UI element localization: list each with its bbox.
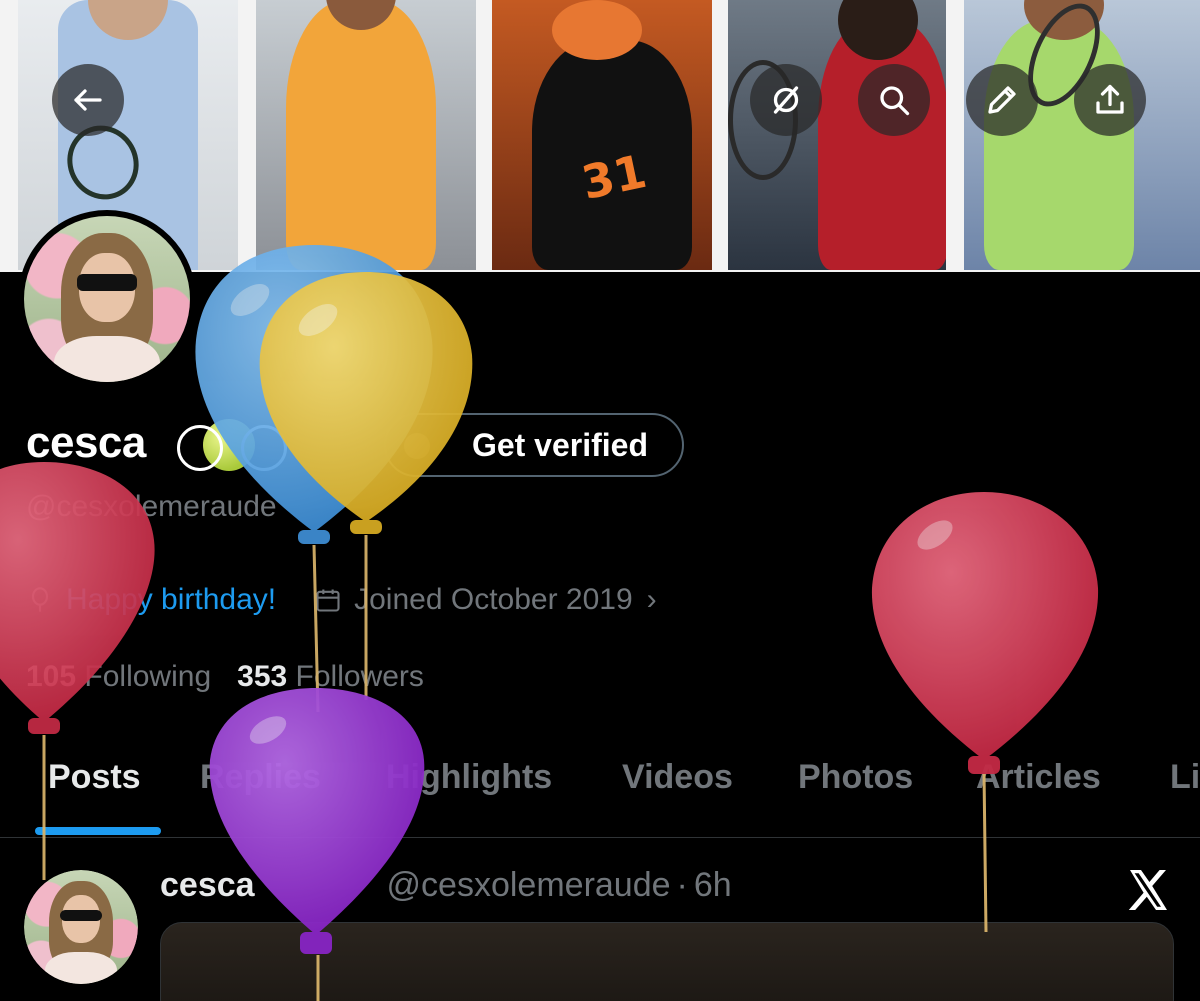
chevron-right-icon: › [646,583,657,616]
banner-photo-4 [728,0,946,270]
arrow-left-icon [74,89,102,111]
share-icon [1096,84,1124,114]
post-time: 6h [693,866,732,904]
search-icon [880,86,910,116]
following-label: Following [84,660,212,693]
post-header: cesca @cesxolemeraude · 6h [160,866,732,905]
tab-posts[interactable]: Posts [48,758,141,797]
grok-icon [773,86,799,114]
share-button[interactable] [1074,64,1146,136]
calendar-icon [316,589,340,612]
tab-highlights[interactable]: Highlights [386,758,552,797]
profile-meta: Happy birthday! Joined October 2019 › [26,580,657,620]
profile-banner: 31 [0,0,1200,272]
get-verified-label: Get verified [471,426,648,463]
back-button[interactable] [52,64,124,136]
edit-icon [988,86,1016,114]
banner-photo-3: 31 [492,0,712,270]
x-logo-icon [1128,870,1167,910]
tab-videos[interactable]: Videos [622,758,733,797]
profile-tabs: Posts Replies Highlights Videos Photos A… [0,740,1200,838]
balloon-red-right [871,492,1099,933]
post-author-name[interactable]: cesca [160,866,255,905]
banner-photo-2 [256,0,476,270]
post-media[interactable] [160,922,1174,1001]
get-verified-button[interactable]: Get verified [384,413,684,477]
joined-text: Joined October 2019 [354,583,633,616]
post-author-handle: @cesxolemeraude [386,866,671,904]
following-count: 105 [26,660,77,693]
followers-link[interactable]: 353 Followers [237,660,424,693]
following-link[interactable]: 105 Following [26,660,211,693]
balloon-icon [31,587,49,612]
profile-handle: @cesxolemeraude [26,490,277,523]
tennis-ball-icon [177,419,287,471]
post-avatar[interactable] [24,870,138,984]
balloon-yellow [259,272,473,700]
verified-check-icon [404,433,430,459]
edit-button[interactable] [966,64,1038,136]
search-button[interactable] [858,64,930,136]
active-tab-indicator [35,827,161,835]
profile-avatar[interactable] [18,210,196,388]
birthday-text: Happy birthday! [66,583,277,616]
tab-likes[interactable]: Li [1170,758,1200,797]
grok-button[interactable] [750,64,822,136]
tab-articles[interactable]: Articles [976,758,1101,797]
post-separator: · [676,866,688,904]
followers-count: 353 [237,660,288,693]
follow-stats: 105 Following 353 Followers [26,660,424,694]
profile-name: cesca [26,418,146,467]
followers-label: Followers [295,660,424,693]
joined-link[interactable]: Joined October 2019 › [314,583,657,617]
tab-replies[interactable]: Replies [200,758,321,797]
balloon-blue [195,245,433,713]
tab-photos[interactable]: Photos [798,758,913,797]
